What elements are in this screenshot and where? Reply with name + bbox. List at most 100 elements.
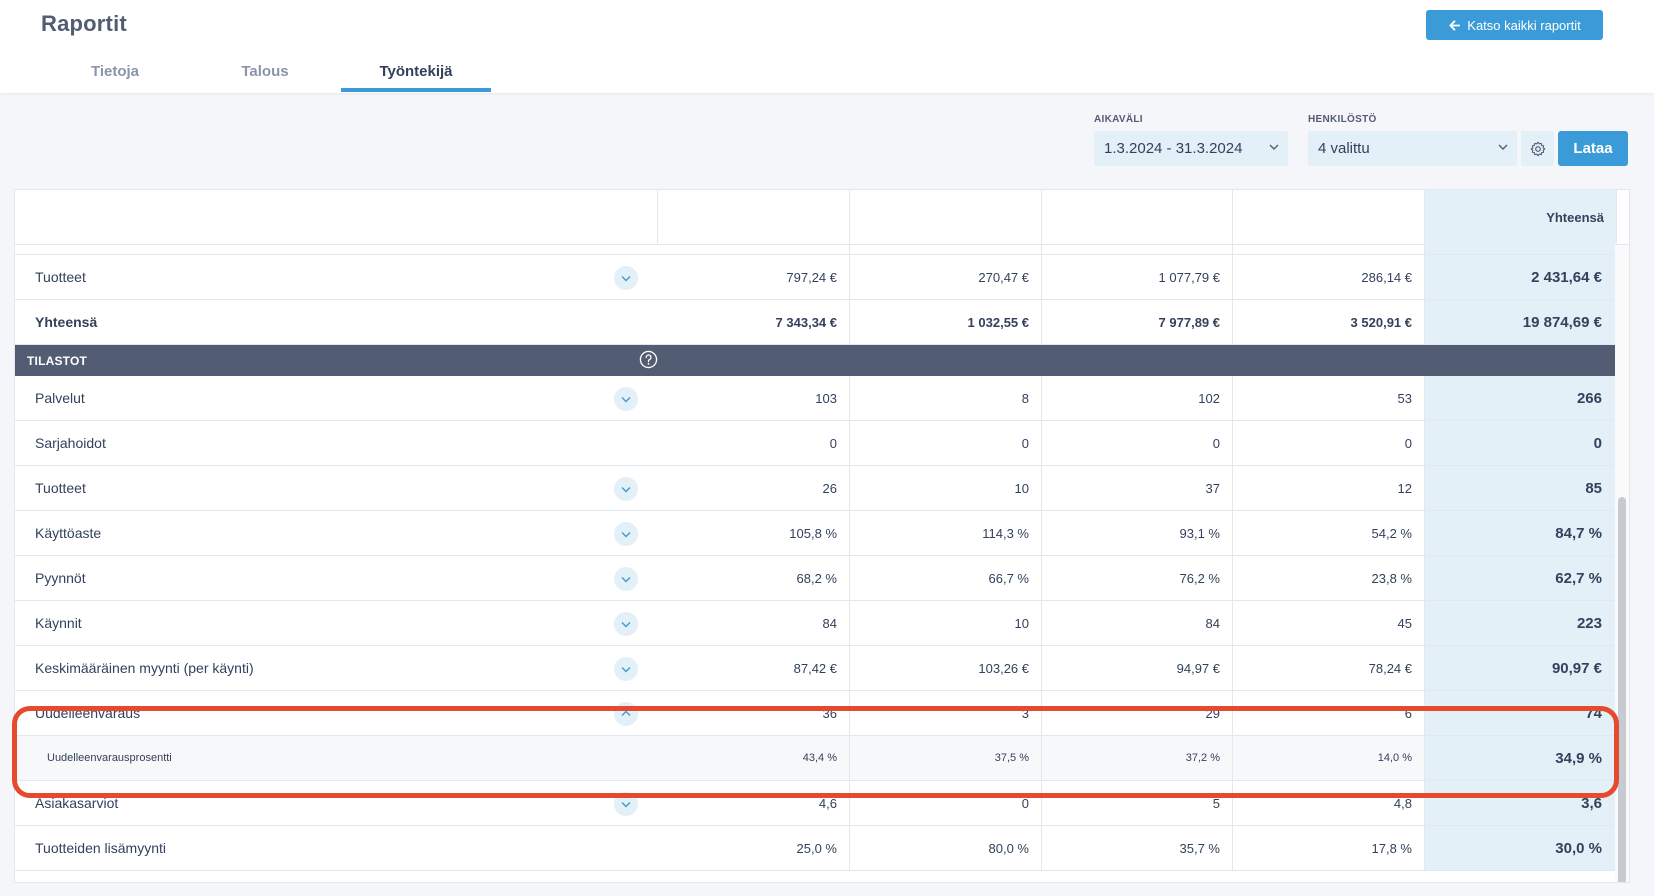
table-row: Uudelleenvaraus 36 3 29 6 74 — [15, 691, 1629, 736]
expand-row-button[interactable] — [614, 265, 638, 290]
table-row: Palvelut 103 8 102 53 266 — [15, 376, 1629, 421]
section-header-tilastot: TILASTOT — [15, 345, 1617, 376]
row-value: 37,2 % — [1042, 736, 1233, 780]
header-employee-column — [850, 190, 1042, 245]
staff-select[interactable]: 4 valittu — [1308, 131, 1517, 166]
row-label: Palvelut — [35, 390, 85, 406]
row-total: 19 874,69 € — [1425, 300, 1617, 344]
row-label: Pyynnöt — [35, 570, 86, 586]
row-value: 37 — [1042, 466, 1233, 510]
expand-row-button[interactable] — [614, 566, 638, 591]
expand-row-button[interactable] — [614, 476, 638, 501]
row-value: 94,97 € — [1042, 646, 1233, 690]
row-value: 6 — [1233, 691, 1425, 735]
row-value: 93,1 % — [1042, 511, 1233, 555]
expand-row-button[interactable] — [614, 611, 638, 636]
row-value: 114,3 % — [850, 511, 1042, 555]
row-total: 84,7 % — [1425, 511, 1617, 555]
table-row: Uudelleenvarausprosentti 43,4 % 37,5 % 37,2… — [15, 736, 1629, 781]
scrollbar-thumb[interactable] — [1618, 497, 1626, 882]
row-total: 30,0 % — [1425, 826, 1617, 870]
row-value: 29 — [1042, 691, 1233, 735]
row-value: 25,0 % — [658, 826, 850, 870]
row-value: 10 — [850, 601, 1042, 645]
row-value: 45 — [1233, 601, 1425, 645]
section-title: TILASTOT — [27, 354, 88, 368]
row-value: 0 — [1042, 421, 1233, 465]
chevron-down-icon — [621, 576, 631, 582]
row-total: 62,7 % — [1425, 556, 1617, 600]
row-value: 0 — [1233, 421, 1425, 465]
tab-tietoja[interactable]: Tietoja — [40, 58, 190, 92]
expand-row-button[interactable] — [614, 521, 638, 546]
row-total: 90,97 € — [1425, 646, 1617, 690]
chevron-down-icon — [621, 666, 631, 672]
row-label: Käynnit — [35, 615, 82, 631]
arrow-left-icon — [1449, 19, 1461, 31]
row-label: Asiakasarviot — [35, 795, 119, 811]
chevron-down-icon — [1498, 144, 1508, 150]
row-value: 26 — [658, 466, 850, 510]
chevron-down-icon — [621, 275, 631, 281]
row-value: 102 — [1042, 376, 1233, 420]
row-value: 0 — [850, 781, 1042, 825]
scrollbar[interactable] — [1615, 245, 1629, 882]
expand-row-button[interactable] — [614, 386, 638, 411]
row-value: 35,7 % — [1042, 826, 1233, 870]
row-label: Uudelleenvaraus — [35, 705, 141, 721]
row-label: Uudelleenvarausprosentti — [47, 752, 172, 764]
table-row: Tuotteiden lisämyynti 25,0 % 80,0 % 35,7 % 1… — [15, 826, 1629, 871]
row-value: 3 — [850, 691, 1042, 735]
period-select[interactable]: 1.3.2024 - 31.3.2024 — [1094, 131, 1288, 166]
row-value: 797,24 € — [658, 255, 850, 299]
header-employee-column — [1233, 190, 1425, 245]
header-employee-column — [1042, 190, 1233, 245]
expand-row-button[interactable] — [614, 701, 638, 726]
help-icon[interactable] — [639, 350, 658, 369]
table-row: Tuotteet 26 10 37 12 85 — [15, 466, 1629, 511]
row-total: 2 431,64 € — [1425, 255, 1617, 299]
row-value: 270,47 € — [850, 255, 1042, 299]
row-value: 0 — [850, 421, 1042, 465]
row-value: 17,8 % — [1233, 826, 1425, 870]
table-row: Käyttöaste 105,8 % 114,3 % 93,1 % 54,2 % 84,7… — [15, 511, 1629, 556]
row-value: 286,14 € — [1233, 255, 1425, 299]
chevron-up-icon — [621, 710, 631, 716]
chevron-down-icon — [1269, 144, 1279, 150]
staff-value: 4 valittu — [1318, 140, 1370, 157]
row-total: 223 — [1425, 601, 1617, 645]
table-row: Pyynnöt 68,2 % 66,7 % 76,2 % 23,8 % 62,7 % — [15, 556, 1629, 601]
row-value: 8 — [850, 376, 1042, 420]
expand-row-button[interactable] — [614, 656, 638, 681]
row-value: 7 343,34 € — [658, 300, 850, 344]
row-label: Tuotteet — [35, 480, 86, 496]
row-label: Tuotteiden lisämyynti — [35, 840, 166, 856]
table-row: Asiakasarviot 4,6 0 5 4,8 3,6 — [15, 781, 1629, 826]
row-value: 105,8 % — [658, 511, 850, 555]
row-value: 66,7 % — [850, 556, 1042, 600]
row-value: 53 — [1233, 376, 1425, 420]
row-label: Sarjahoidot — [35, 435, 106, 451]
row-total: 266 — [1425, 376, 1617, 420]
row-value: 23,8 % — [1233, 556, 1425, 600]
staff-label: HENKILÖSTÖ — [1308, 114, 1377, 125]
view-all-reports-button[interactable]: Katso kaikki raportit — [1426, 10, 1603, 40]
row-value: 84 — [1042, 601, 1233, 645]
row-value: 5 — [1042, 781, 1233, 825]
tab-talous[interactable]: Talous — [190, 58, 340, 92]
row-value: 1 032,55 € — [850, 300, 1042, 344]
settings-button[interactable] — [1521, 131, 1554, 166]
load-button[interactable]: Lataa — [1558, 131, 1628, 166]
table-row: Keskimääräinen myynti (per käynti) 87,42 … — [15, 646, 1629, 691]
row-value: 80,0 % — [850, 826, 1042, 870]
table-row: Käynnit 84 10 84 45 223 — [15, 601, 1629, 646]
tab-tyontekija[interactable]: Työntekijä — [341, 58, 491, 92]
gear-icon — [1530, 141, 1545, 156]
row-value: 43,4 % — [658, 736, 850, 780]
row-value: 12 — [1233, 466, 1425, 510]
row-label: Yhteensä — [35, 314, 98, 330]
row-label: Tuotteet — [35, 269, 86, 285]
expand-row-button[interactable] — [614, 791, 638, 816]
row-value: 4,8 — [1233, 781, 1425, 825]
page-title: Raportit — [41, 11, 127, 36]
